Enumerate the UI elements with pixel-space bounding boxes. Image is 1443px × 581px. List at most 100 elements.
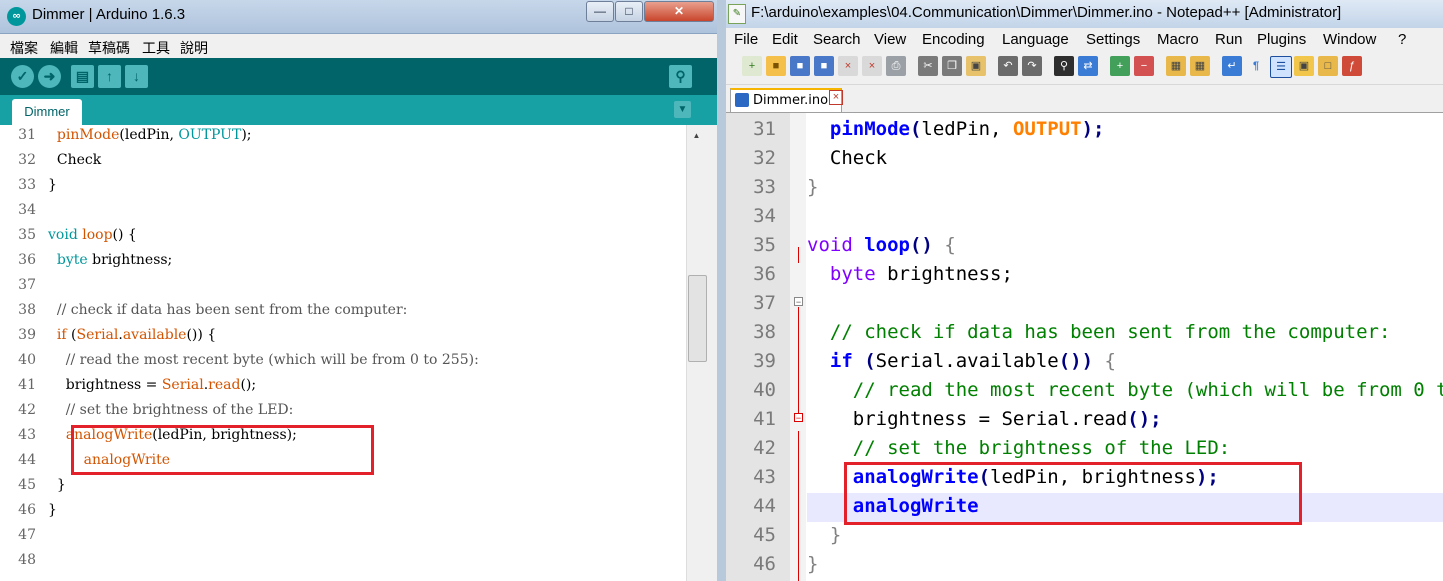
scrollbar-thumb[interactable]: [688, 275, 707, 362]
sync-horizontal-icon[interactable]: ▦: [1190, 56, 1210, 76]
code-line[interactable]: 36 byte brightness;: [726, 260, 1443, 289]
open-file-icon[interactable]: ■: [766, 56, 786, 76]
verify-icon[interactable]: ✓: [11, 65, 34, 88]
line-number: 41: [18, 377, 36, 393]
menu-language[interactable]: Language: [1002, 31, 1069, 48]
indent-guide-icon[interactable]: ☰: [1270, 56, 1292, 78]
code-line[interactable]: 38 // check if data has been sent from t…: [0, 298, 686, 323]
code-line[interactable]: 45 }: [726, 521, 1443, 550]
menu-encoding[interactable]: Encoding: [922, 31, 985, 48]
code-line[interactable]: 47: [0, 523, 686, 548]
menu-run[interactable]: Run: [1215, 31, 1243, 48]
user-defined-language-icon[interactable]: ▣: [1294, 56, 1314, 76]
code-line[interactable]: 36 byte brightness;: [0, 248, 686, 273]
code-line[interactable]: 40 // read the most recent byte (which w…: [0, 348, 686, 373]
menu-help[interactable]: ?: [1398, 31, 1406, 48]
code-line[interactable]: 41 brightness = Serial.read();: [0, 373, 686, 398]
save-icon[interactable]: ↓: [125, 65, 148, 88]
code-token: ();: [1127, 408, 1162, 430]
code-line[interactable]: 41 brightness = Serial.read();: [726, 405, 1443, 434]
code-line[interactable]: 48: [0, 548, 686, 573]
zoom-out-icon[interactable]: −: [1134, 56, 1154, 76]
menu-sketch[interactable]: 草稿碼: [88, 38, 130, 58]
save-all-icon[interactable]: ■: [814, 56, 834, 76]
code-line[interactable]: 34: [0, 198, 686, 223]
code-line[interactable]: 35 void loop() {: [0, 223, 686, 248]
tab-dimmer[interactable]: Dimmer: [12, 99, 82, 125]
code-line[interactable]: 33}: [726, 173, 1443, 202]
menu-window[interactable]: Window: [1323, 31, 1376, 48]
menu-plugins[interactable]: Plugins: [1257, 31, 1306, 48]
menu-search[interactable]: Search: [813, 31, 861, 48]
new-file-icon[interactable]: +: [742, 56, 762, 76]
code-line[interactable]: 38 // check if data has been sent from t…: [726, 318, 1443, 347]
code-line[interactable]: 33}: [0, 173, 686, 198]
code-token: void: [807, 234, 853, 256]
code-token: }: [807, 553, 819, 575]
tab-dimmer-ino[interactable]: Dimmer.ino ×: [730, 88, 843, 112]
zoom-in-icon[interactable]: +: [1110, 56, 1130, 76]
close-all-icon[interactable]: ×: [862, 56, 882, 76]
arduino-vertical-scrollbar[interactable]: ▲: [686, 125, 717, 581]
code-line[interactable]: 46}: [726, 550, 1443, 579]
code-line[interactable]: 39 if (Serial.available()) {: [726, 347, 1443, 376]
show-all-chars-icon[interactable]: ¶: [1246, 56, 1266, 76]
menu-edit[interactable]: 編輯: [50, 38, 78, 58]
line-number: 35: [18, 227, 36, 243]
maximize-button[interactable]: □: [615, 1, 643, 22]
menu-help[interactable]: 說明: [180, 38, 208, 58]
menu-settings[interactable]: Settings: [1086, 31, 1140, 48]
code-token: Check: [807, 147, 888, 169]
open-icon[interactable]: ↑: [98, 65, 121, 88]
menu-macro[interactable]: Macro: [1157, 31, 1199, 48]
serial-monitor-icon[interactable]: ⚲: [669, 65, 692, 88]
find-icon[interactable]: ⚲: [1054, 56, 1074, 76]
close-button[interactable]: ✕: [644, 1, 714, 22]
code-line[interactable]: 42 // set the brightness of the LED:: [0, 398, 686, 423]
code-line[interactable]: 35 void loop() {: [726, 231, 1443, 260]
menu-edit[interactable]: Edit: [772, 31, 798, 48]
undo-icon[interactable]: ↶: [998, 56, 1018, 76]
close-file-icon[interactable]: ×: [838, 56, 858, 76]
code-line[interactable]: 39 if (Serial.available()) {: [0, 323, 686, 348]
code-line[interactable]: 40 // read the most recent byte (which w…: [726, 376, 1443, 405]
print-icon[interactable]: ⎙: [886, 56, 906, 76]
minimize-button[interactable]: —: [586, 1, 614, 22]
code-line[interactable]: 46}: [0, 498, 686, 523]
redo-icon[interactable]: ↷: [1022, 56, 1042, 76]
code-line[interactable]: 45 }: [0, 473, 686, 498]
save-icon[interactable]: ■: [790, 56, 810, 76]
code-line[interactable]: 31 pinMode(ledPin, OUTPUT);: [0, 123, 686, 148]
menu-tools[interactable]: 工具: [142, 38, 170, 58]
word-wrap-icon[interactable]: ↵: [1222, 56, 1242, 76]
line-number: 38: [753, 321, 776, 343]
menu-view[interactable]: View: [874, 31, 906, 48]
code-line[interactable]: 37: [726, 289, 1443, 318]
code-line[interactable]: 32 Check: [0, 148, 686, 173]
code-text: brightness = Serial.read();: [807, 405, 1162, 434]
upload-icon[interactable]: ➜: [38, 65, 61, 88]
new-icon[interactable]: ▤: [71, 65, 94, 88]
line-number: 45: [753, 524, 776, 546]
tab-menu-icon[interactable]: ▼: [674, 101, 691, 118]
scroll-up-icon[interactable]: ▲: [688, 127, 705, 144]
menu-file[interactable]: File: [734, 31, 758, 48]
code-line[interactable]: 32 Check: [726, 144, 1443, 173]
code-line[interactable]: 31 pinMode(ledPin, OUTPUT);: [726, 115, 1443, 144]
menu-file[interactable]: 檔案: [10, 38, 38, 58]
arduino-code-editor[interactable]: 31 pinMode(ledPin, OUTPUT); 32 Check 33} 34…: [0, 125, 686, 581]
code-line[interactable]: 34: [726, 202, 1443, 231]
npp-toolbar: + ■ ■ ■ × × ⎙ ✂ ❐ ▣ ↶ ↷ ⚲ ⇄ + − ▦ ▦ ↵ ¶ …: [726, 50, 1443, 85]
code-token: if: [829, 350, 853, 372]
doc-map-icon[interactable]: □: [1318, 56, 1338, 76]
sync-vertical-icon[interactable]: ▦: [1166, 56, 1186, 76]
cut-icon[interactable]: ✂: [918, 56, 938, 76]
function-list-icon[interactable]: ƒ: [1342, 56, 1362, 76]
replace-icon[interactable]: ⇄: [1078, 56, 1098, 76]
code-line[interactable]: 37: [0, 273, 686, 298]
close-tab-icon[interactable]: ×: [829, 90, 843, 105]
code-line[interactable]: 42 // set the brightness of the LED:: [726, 434, 1443, 463]
copy-icon[interactable]: ❐: [942, 56, 962, 76]
code-token: pinMode: [56, 127, 120, 143]
paste-icon[interactable]: ▣: [966, 56, 986, 76]
